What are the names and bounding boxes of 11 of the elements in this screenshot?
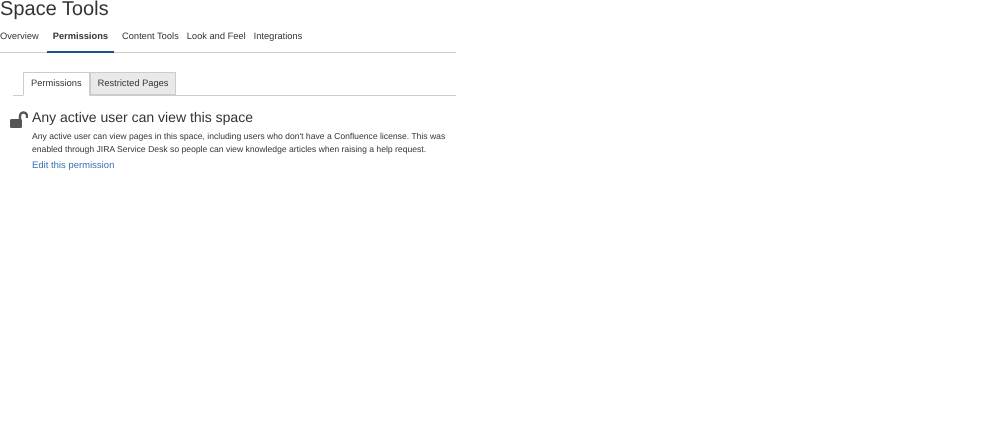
nav-tab[interactable]: Permissions (46, 30, 114, 53)
sub-tab[interactable]: Permissions (23, 72, 90, 96)
sub-tab[interactable]: Restricted Pages (90, 72, 176, 95)
nav-tab[interactable]: Content Tools (122, 30, 179, 52)
page-title: Space Tools (0, 0, 110, 19)
edit-permission-link[interactable]: Edit this permission (32, 158, 456, 174)
nav-tab[interactable]: Look and Feel (186, 30, 246, 52)
notice-heading: Any active user can view this space (32, 108, 254, 126)
nav-tab[interactable]: Integrations (254, 30, 302, 52)
nav-tab[interactable]: Overview (0, 30, 39, 52)
notice-description: Any active user can view pages in this space, including users who don't have a Confluence license. This was enabled through JIRA Service Desk so people can view knowledge articles when raising a help request. (32, 130, 446, 156)
